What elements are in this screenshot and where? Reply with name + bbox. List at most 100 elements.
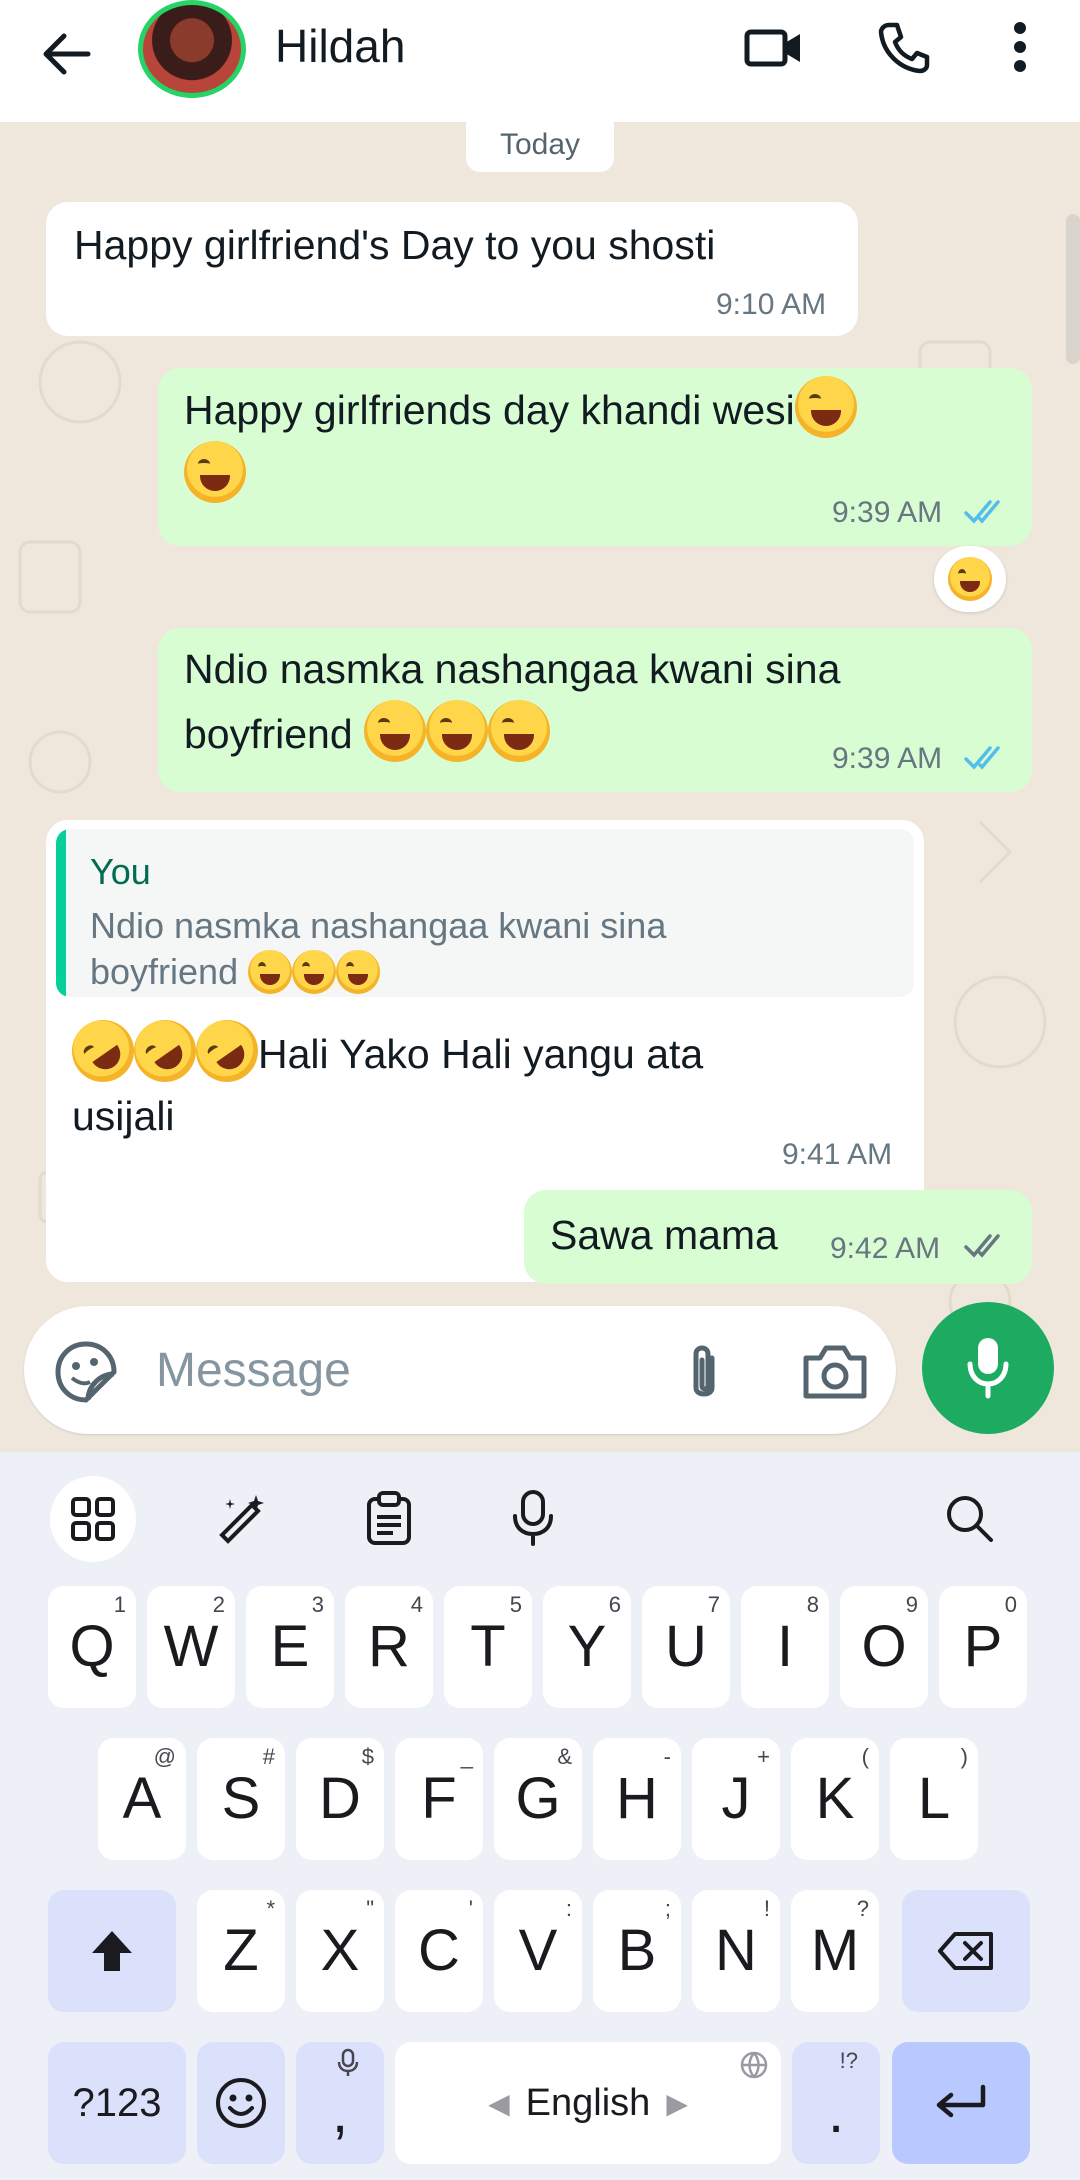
contact-name[interactable]: Hildah (275, 18, 405, 74)
space-key-label: English (525, 2081, 651, 2124)
sticker-icon[interactable] (52, 1338, 120, 1406)
message-text: Happy girlfriend's Day to you shosti (74, 222, 716, 268)
key-t[interactable]: 5T (444, 1586, 532, 1708)
quoted-message[interactable]: You Ndio nasmka nashangaa kwani sina boy… (56, 829, 914, 997)
read-ticks-icon (964, 500, 1000, 524)
key-o[interactable]: 9O (840, 1586, 928, 1708)
key-u[interactable]: 7U (642, 1586, 730, 1708)
avatar[interactable] (138, 0, 246, 98)
key-j[interactable]: + J (692, 1738, 780, 1860)
space-key[interactable]: ◀ English ▶ (395, 2042, 781, 2164)
more-vert-icon[interactable] (1000, 12, 1040, 82)
key-hint: ! (763, 1896, 770, 1921)
key-hint: - (663, 1744, 671, 1769)
message-bubble-outgoing[interactable]: Happy girlfriends day khandi wesi 9:39 A… (158, 368, 1032, 546)
key-i[interactable]: 8I (741, 1586, 829, 1708)
period-key[interactable]: !?. (792, 2042, 880, 2164)
key-hint: " (366, 1896, 374, 1921)
enter-key[interactable] (892, 2042, 1030, 2164)
voice-input-icon[interactable] (488, 1478, 578, 1558)
message-reaction[interactable] (934, 546, 1006, 612)
key-hint: 5 (509, 1592, 522, 1617)
key-g[interactable]: & G (494, 1738, 582, 1860)
search-icon[interactable] (924, 1478, 1014, 1558)
key-label: Y (567, 1614, 607, 1679)
comma-key[interactable]: , (296, 2042, 384, 2164)
key-k[interactable]: (K (791, 1738, 879, 1860)
key-hint: ; (664, 1896, 671, 1921)
key-h[interactable]: -H (593, 1738, 681, 1860)
key-c[interactable]: ' C (395, 1890, 483, 2012)
message-bubble-outgoing[interactable]: Sawa mama 9:42 AM (524, 1190, 1032, 1284)
clipboard-icon[interactable] (344, 1478, 434, 1558)
message-bubble-outgoing[interactable]: Ndio nasmka nashangaa kwani sina boyfrie… (158, 628, 1032, 792)
key-hint: ' (468, 1896, 473, 1921)
key-z[interactable]: * Z (197, 1890, 285, 2012)
back-arrow-icon[interactable] (30, 18, 102, 90)
key-label: E (270, 1614, 310, 1679)
message-time: 9:42 AM (830, 1232, 941, 1265)
joy-emoji (426, 700, 489, 762)
key-label: H (616, 1766, 658, 1831)
message-text-line: boyfriend (184, 711, 353, 757)
joy-emoji (336, 950, 381, 994)
key-label: W (163, 1614, 219, 1679)
key-hint: 3 (311, 1592, 324, 1617)
key-p[interactable]: 0P (939, 1586, 1027, 1708)
apps-grid-icon[interactable] (50, 1476, 136, 1562)
backspace-key[interactable] (902, 1890, 1030, 2012)
emoji-key[interactable] (197, 2042, 285, 2164)
voice-message-button[interactable] (922, 1302, 1054, 1434)
key-n[interactable]: ! N (692, 1890, 780, 2012)
key-a[interactable]: @ A (98, 1738, 186, 1860)
scrollbar[interactable] (1066, 214, 1080, 364)
key-v[interactable]: :V (494, 1890, 582, 2012)
key-m[interactable]: ? M (791, 1890, 879, 2012)
key-q[interactable]: 1Q (48, 1586, 136, 1708)
key-label: , (331, 2080, 349, 2145)
date-chip: Today (466, 122, 614, 172)
camera-icon[interactable] (800, 1342, 870, 1402)
voice-call-icon[interactable] (868, 12, 938, 82)
symbols-key[interactable]: ?123 (48, 2042, 186, 2164)
key-hint: ( (861, 1744, 869, 1769)
key-d[interactable]: $ D (296, 1738, 384, 1860)
shift-key[interactable] (48, 1890, 176, 2012)
backspace-icon (938, 1932, 993, 1970)
key-y[interactable]: 6Y (543, 1586, 631, 1708)
key-label: Q (69, 1614, 115, 1679)
key-s[interactable]: # S (197, 1738, 285, 1860)
joy-emoji (292, 950, 337, 994)
key-hint: 4 (410, 1592, 423, 1617)
key-label: K (815, 1766, 855, 1831)
key-r[interactable]: 4R (345, 1586, 433, 1708)
quote-author: You (90, 851, 151, 892)
video-call-icon[interactable] (738, 16, 810, 80)
key-label: M (810, 1918, 860, 1983)
key-f[interactable]: _ F (395, 1738, 483, 1860)
message-input[interactable]: Message (156, 1341, 351, 1401)
message-time: 9:41 AM (782, 1138, 893, 1171)
joy-emoji (794, 376, 857, 438)
key-hint: 6 (608, 1592, 621, 1617)
attach-icon[interactable] (676, 1340, 728, 1406)
quote-line: boyfriend (90, 951, 239, 992)
key-hint: 1 (113, 1592, 126, 1617)
key-e[interactable]: 3E (246, 1586, 334, 1708)
key-hint: 2 (212, 1592, 225, 1617)
key-w[interactable]: 2W (147, 1586, 235, 1708)
key-label: F (421, 1766, 457, 1831)
key-b[interactable]: ; B (593, 1890, 681, 2012)
key-label: D (319, 1766, 361, 1831)
key-l[interactable]: ) L (890, 1738, 978, 1860)
message-text: Hali Yako Hali yangu ata usijali (59, 1007, 892, 1147)
magic-wand-icon[interactable] (198, 1478, 288, 1558)
message-text-line: Ndio nasmka nashangaa kwani sina (184, 646, 841, 692)
message-input-pill[interactable] (24, 1306, 896, 1434)
message-bubble-incoming[interactable]: Happy girlfriend's Day to you shosti 9:1… (46, 202, 858, 336)
key-hint: & (557, 1744, 572, 1769)
quote-line: Ndio nasmka nashangaa kwani sina (90, 905, 667, 946)
chat-area[interactable]: Today Happy girlfriend's Day to you shos… (0, 122, 1080, 1452)
key-label: U (665, 1614, 707, 1679)
key-x[interactable]: " X (296, 1890, 384, 2012)
